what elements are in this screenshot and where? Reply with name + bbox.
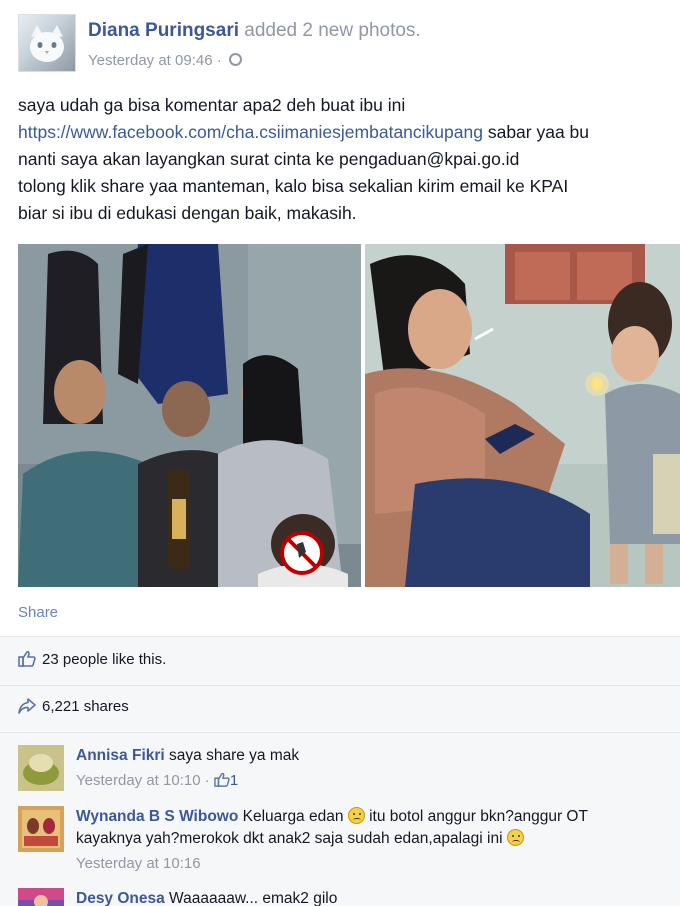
post-line: tolong klik share yaa manteman, kalo bis… <box>18 176 569 196</box>
likes-row[interactable]: 23 people like this. <box>18 650 166 668</box>
frown-emoticon-icon <box>506 829 524 846</box>
comment-text: Keluarga edan <box>238 808 348 825</box>
comment-text: Waaaaaaw... emak2 gilo <box>164 890 338 906</box>
share-arrow-icon <box>18 698 36 714</box>
commenter-name[interactable]: Wynanda B S Wibowo <box>76 808 238 825</box>
divider <box>0 732 680 733</box>
commenter-avatar[interactable] <box>18 806 64 852</box>
commenter-avatar[interactable] <box>18 745 64 791</box>
globe-icon[interactable] <box>228 53 242 66</box>
cat-photo-icon <box>30 25 64 62</box>
group-photo-image <box>18 244 361 587</box>
comment-text: kayaknya yah?merokok dkt anak2 saja suda… <box>76 830 507 847</box>
post-header: Diana Puringsari added 2 new photos. Yes… <box>18 14 678 76</box>
photo-2[interactable] <box>365 244 680 587</box>
author-name[interactable]: Diana Puringsari <box>88 20 239 41</box>
smoking-photo-image <box>365 244 680 587</box>
frown-emoticon-icon <box>347 807 365 824</box>
comment-meta: Yesterday at 10:10 · 1 <box>76 772 239 789</box>
post-line: nanti saya akan layangkan surat cinta ke… <box>18 149 520 169</box>
comment-like-icon[interactable] <box>214 772 230 787</box>
comment-text: itu botol anggur bkn?anggur OT <box>364 808 588 825</box>
photo-grid <box>18 244 680 587</box>
likes-count-text[interactable]: 23 people like this. <box>42 651 166 668</box>
post-line: https://www.facebook.com/cha.csiimaniesj… <box>18 119 680 146</box>
profile-link[interactable]: https://www.facebook.com/cha.csiimaniesj… <box>18 122 483 142</box>
shares-count-text[interactable]: 6,221 shares <box>42 698 129 715</box>
commenter-avatar[interactable] <box>18 888 64 906</box>
thumbs-up-icon <box>18 650 36 667</box>
commenter-avatar-image <box>18 806 64 852</box>
share-button[interactable]: Share <box>18 604 58 621</box>
comment-timestamp[interactable]: Yesterday at 10:10 <box>76 772 201 789</box>
divider <box>0 685 680 686</box>
shares-row[interactable]: 6,221 shares <box>18 698 129 715</box>
post-author-line: Diana Puringsari added 2 new photos. <box>88 20 421 42</box>
commenter-name[interactable]: Annisa Fikri <box>76 747 165 764</box>
comment-body: Wynanda B S Wibowo Keluarga edan itu bot… <box>76 806 680 875</box>
commenter-name[interactable]: Desy Onesa <box>76 890 165 906</box>
commenter-avatar-image <box>18 888 64 906</box>
comment: Annisa Fikri saya share ya mak Yesterday… <box>18 745 680 795</box>
post-action-text: added 2 new photos. <box>244 20 421 41</box>
author-avatar[interactable] <box>18 14 76 72</box>
comment-timestamp[interactable]: Yesterday at 10:16 <box>76 855 201 872</box>
post-line: saya udah ga bisa komentar apa2 deh buat… <box>18 95 406 115</box>
post-line-rest: sabar yaa bu <box>482 122 590 142</box>
post-meta: Yesterday at 09:46 · <box>88 52 242 69</box>
comment-text: saya share ya mak <box>164 747 300 764</box>
comment-like-count[interactable]: 1 <box>230 772 238 789</box>
post-line: biar si ibu di edukasi dengan baik, maka… <box>18 203 357 223</box>
commenter-avatar-image <box>18 745 64 791</box>
comment: Wynanda B S Wibowo Keluarga edan itu bot… <box>18 806 680 876</box>
comment-body: Annisa Fikri saya share ya mak Yesterday… <box>76 745 680 792</box>
comment-body: Desy Onesa Waaaaaaw... emak2 gilo <box>76 888 680 906</box>
post-body: saya udah ga bisa komentar apa2 deh buat… <box>18 92 680 227</box>
post-timestamp[interactable]: Yesterday at 09:46 <box>88 52 213 69</box>
comment: Desy Onesa Waaaaaaw... emak2 gilo <box>18 888 680 906</box>
comment-meta: Yesterday at 10:16 <box>76 853 680 875</box>
photo-1[interactable] <box>18 244 361 587</box>
